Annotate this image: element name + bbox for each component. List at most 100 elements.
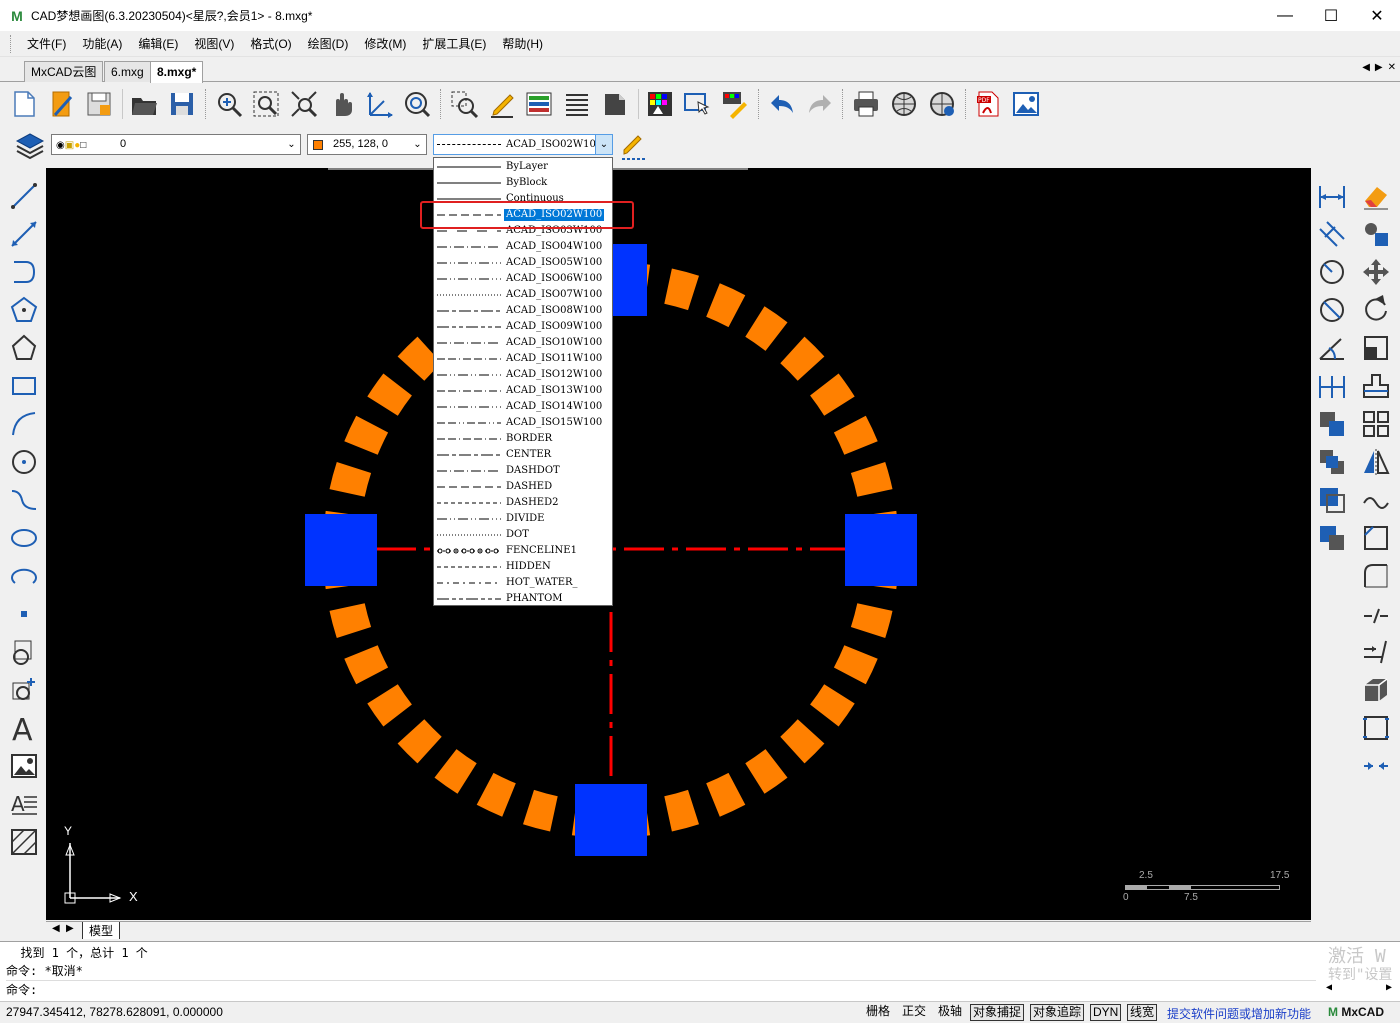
lineweight-pen-icon[interactable] [618, 130, 650, 162]
drawing-canvas[interactable]: Y X 2.5 17.5 0 7.5 [46, 168, 1311, 920]
linetype-option[interactable]: DOT [434, 527, 612, 543]
linetype-option[interactable]: BORDER [434, 431, 612, 447]
zoom-select-icon[interactable] [446, 86, 482, 122]
command-window[interactable]: 找到 1 个，总计 1 个 命令: *取消* 命令: 激活 W 转到"设置 ◀ … [0, 941, 1400, 1001]
chevron-down-icon[interactable]: ⌄ [595, 135, 612, 154]
linetype-option[interactable]: ACAD_ISO14W100 [434, 399, 612, 415]
aligned-dimension-icon[interactable] [1314, 216, 1350, 252]
linetype-option[interactable]: ACAD_ISO10W100 [434, 335, 612, 351]
menu-modify[interactable]: 修改(M) [356, 31, 414, 57]
menu-function[interactable]: 功能(A) [74, 31, 130, 57]
match-properties-icon[interactable] [717, 86, 753, 122]
toolbar-grip[interactable] [10, 34, 13, 53]
save-icon[interactable] [164, 86, 200, 122]
erase-icon[interactable] [1358, 178, 1394, 214]
maximize-button[interactable]: ☐ [1308, 0, 1354, 31]
linetype-option[interactable]: ByLayer [434, 159, 612, 175]
eye-icon[interactable]: ◉ [56, 140, 65, 151]
angular-dimension-icon[interactable] [1314, 330, 1350, 366]
linetype-option[interactable]: ACAD_ISO12W100 [434, 367, 612, 383]
insert-image-icon[interactable] [6, 748, 42, 784]
export-pdf-icon[interactable]: PDF [971, 86, 1007, 122]
tab-prev-icon[interactable]: ◀ [1362, 62, 1370, 73]
menu-view[interactable]: 视图(V) [186, 31, 242, 57]
toolbar-grip[interactable] [440, 89, 443, 119]
zoom-all-icon[interactable] [286, 86, 322, 122]
join-icon[interactable] [1358, 748, 1394, 784]
layer-properties-icon[interactable] [522, 86, 558, 122]
grid-toggle[interactable]: 栅格 [864, 1004, 892, 1021]
new-file-icon[interactable] [6, 86, 42, 122]
tab-6-mxg[interactable]: 6.mxg [104, 61, 151, 82]
menu-edit[interactable]: 编辑(E) [130, 31, 186, 57]
pan-hand-icon[interactable] [324, 86, 360, 122]
line-icon[interactable] [6, 178, 42, 214]
linetype-option[interactable]: ACAD_ISO11W100 [434, 351, 612, 367]
linetype-option[interactable]: HOT_WATER_ [434, 575, 612, 591]
radius-dimension-icon[interactable] [1314, 254, 1350, 290]
zoom-previous-icon[interactable] [399, 86, 435, 122]
arc-icon[interactable] [6, 406, 42, 442]
point-icon[interactable] [6, 596, 42, 632]
toolbar-grip[interactable] [757, 89, 761, 119]
multiline-text-icon[interactable]: A [6, 786, 42, 822]
linetype-option[interactable]: FENCELINE1 [434, 543, 612, 559]
fillet-icon[interactable] [1358, 558, 1394, 594]
menu-draw[interactable]: 绘图(D) [300, 31, 357, 57]
toolbar-grip[interactable] [964, 89, 968, 119]
polyline-icon[interactable] [6, 254, 42, 290]
web-globe-icon[interactable] [886, 86, 922, 122]
menu-extension-tools[interactable]: 扩展工具(E) [414, 31, 494, 57]
unlock-icon[interactable]: ▣ [65, 140, 74, 151]
text-icon[interactable]: A [6, 710, 42, 746]
wave-icon[interactable] [1358, 482, 1394, 518]
break-icon[interactable] [1358, 596, 1394, 632]
menu-file[interactable]: 文件(F) [19, 31, 74, 57]
linetype-option[interactable]: DASHDOT [434, 463, 612, 479]
linetype-option[interactable]: HIDDEN [434, 559, 612, 575]
ellipse-icon[interactable] [6, 520, 42, 556]
close-button[interactable]: ✕ [1354, 0, 1400, 31]
copy-icon[interactable] [1358, 216, 1394, 252]
toolbar-grip[interactable] [204, 89, 208, 119]
offset-icon[interactable] [1314, 482, 1350, 518]
linetype-option[interactable]: PHANTOM [434, 591, 612, 607]
linetype-combo[interactable]: ACAD_ISO02W100 ⌄ [433, 134, 613, 155]
chevron-down-icon[interactable]: ⌄ [409, 135, 426, 154]
polar-toggle[interactable]: 极轴 [936, 1004, 964, 1021]
layer-combo[interactable]: ◉▣●□ 0 ⌄ [51, 134, 301, 155]
continue-dimension-icon[interactable] [1314, 368, 1350, 404]
linetype-option[interactable]: ACAD_ISO06W100 [434, 271, 612, 287]
rectangle-icon[interactable] [6, 368, 42, 404]
linetype-option[interactable]: DASHED [434, 479, 612, 495]
rotate-icon[interactable] [1358, 292, 1394, 328]
linetype-option[interactable]: ACAD_ISO08W100 [434, 303, 612, 319]
feedback-link[interactable]: 提交软件问题或增加新功能 [1167, 1005, 1311, 1022]
scale-icon[interactable] [1358, 330, 1394, 366]
scroll-down-icon[interactable]: ▶ [1386, 982, 1392, 993]
menu-format[interactable]: 格式(O) [242, 31, 299, 57]
spline-icon[interactable] [6, 482, 42, 518]
print-icon[interactable] [848, 86, 884, 122]
chevron-down-icon[interactable]: ⌄ [283, 135, 300, 154]
tab-8-mxg[interactable]: 8.mxg* [150, 61, 204, 83]
tab-mxcad-cloud[interactable]: MxCAD云图 [24, 61, 104, 82]
linetype-option[interactable]: ACAD_ISO07W100 [434, 287, 612, 303]
ortho-toggle[interactable]: 正交 [900, 1004, 928, 1021]
lineweight-toggle[interactable]: 线宽 [1127, 1004, 1158, 1021]
zoom-window-icon[interactable] [211, 86, 247, 122]
linetype-option[interactable]: ACAD_ISO15W100 [434, 415, 612, 431]
linear-dimension-icon[interactable] [1314, 178, 1350, 214]
copy-multiple-icon[interactable] [1314, 444, 1350, 480]
region-icon[interactable] [1358, 710, 1394, 746]
zoom-extents-icon[interactable] [248, 86, 284, 122]
linetype-option[interactable]: ACAD_ISO05W100 [434, 255, 612, 271]
dyn-toggle[interactable]: DYN [1090, 1004, 1122, 1021]
save-as-icon[interactable] [81, 86, 117, 122]
hatch-icon[interactable] [6, 824, 42, 860]
extend-icon[interactable] [1358, 634, 1394, 670]
minimize-button[interactable]: — [1262, 0, 1308, 31]
3d-box-icon[interactable] [1358, 672, 1394, 708]
chamfer-icon[interactable] [1358, 520, 1394, 556]
drawing-graphics[interactable] [46, 168, 1311, 920]
